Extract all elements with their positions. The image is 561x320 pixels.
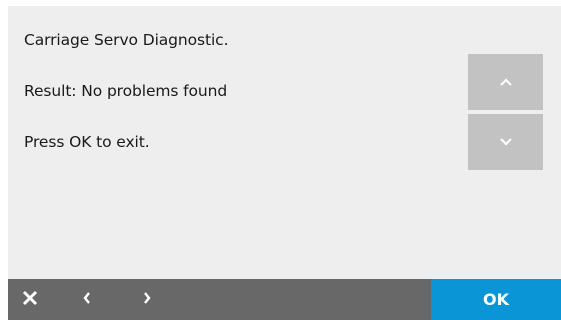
chevron-right-icon	[142, 290, 152, 309]
forward-button[interactable]	[132, 279, 162, 320]
close-icon	[21, 289, 39, 311]
diagnostic-screen: Carriage Servo Diagnostic. Result: No pr…	[8, 6, 561, 320]
ok-button[interactable]: OK	[431, 279, 561, 320]
chevron-down-icon	[499, 137, 513, 147]
close-button[interactable]	[12, 279, 48, 320]
back-button[interactable]	[72, 279, 102, 320]
bottom-navigation-bar: OK	[8, 279, 561, 320]
diagnostic-result: Result: No problems found	[24, 82, 228, 100]
chevron-left-icon	[82, 290, 92, 309]
scroll-down-button[interactable]	[468, 114, 543, 170]
chevron-up-icon	[499, 77, 513, 87]
exit-instruction: Press OK to exit.	[24, 133, 150, 151]
scroll-up-button[interactable]	[468, 54, 543, 110]
diagnostic-title: Carriage Servo Diagnostic.	[24, 31, 229, 49]
